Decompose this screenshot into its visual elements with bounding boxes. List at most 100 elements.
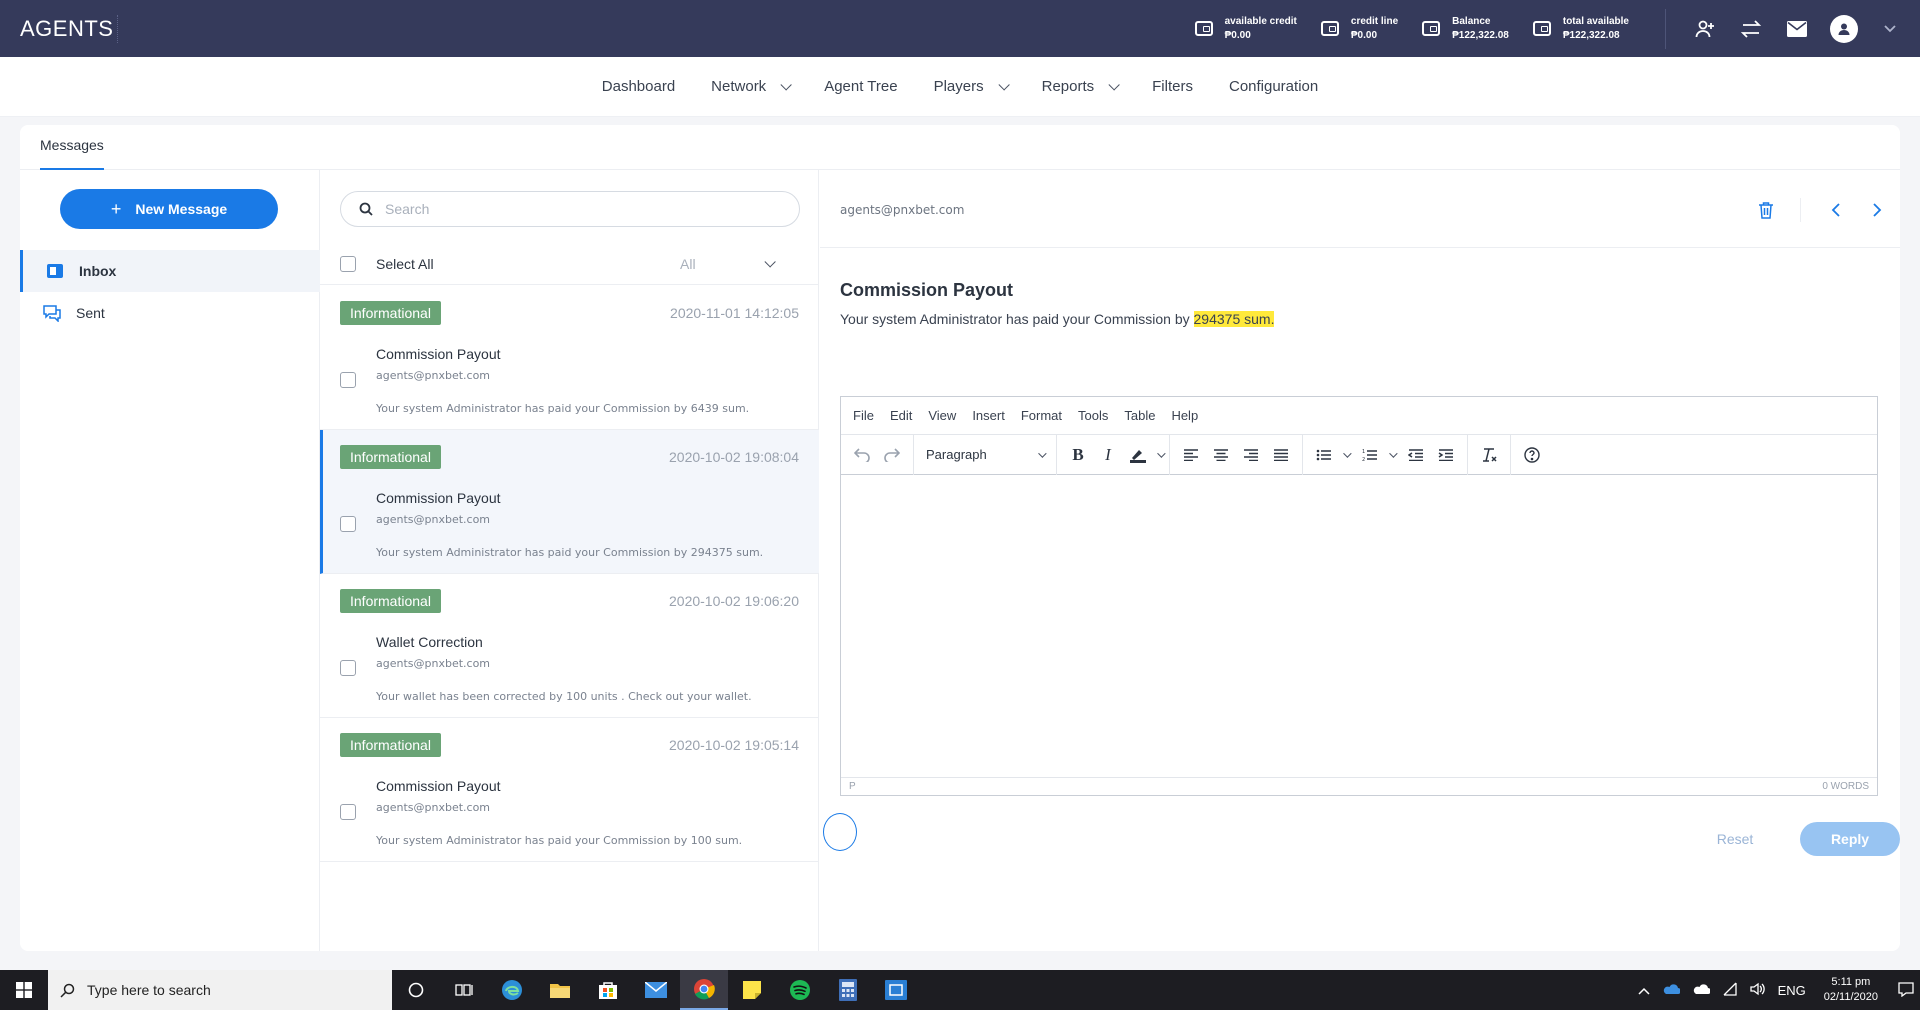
category-badge: Informational [340,301,441,325]
avatar-icon[interactable] [1830,14,1858,43]
stat-value: ₱122,322.08 [1562,29,1620,41]
select-all-checkbox[interactable] [340,255,356,272]
volume-icon[interactable] [1749,982,1766,999]
nav-dashboard[interactable]: Dashboard [584,78,693,95]
folder-sent[interactable]: Sent [20,292,320,334]
chrome-icon[interactable] [680,970,728,1010]
filter-dropdown[interactable]: All [680,243,800,285]
language-indicator[interactable]: ENG [1778,983,1806,998]
nav-agent-tree[interactable]: Agent Tree [806,78,915,95]
message-checkbox[interactable] [340,516,356,532]
search-box [340,191,800,227]
menu-file[interactable]: File [853,408,874,423]
wifi-icon[interactable] [1722,982,1738,999]
trash-icon[interactable] [1752,196,1780,224]
block-format-value: Paragraph [926,447,987,462]
spotify-icon[interactable] [776,970,824,1010]
stat-balance: Balance ₱122,322.08 [1422,15,1509,43]
highlight-color-icon[interactable] [1123,440,1153,470]
align-right-icon[interactable] [1236,440,1266,470]
reset-button[interactable]: Reset [1700,822,1770,856]
menu-help[interactable]: Help [1171,408,1198,423]
detail-sender: agents@pnxbet.com [840,203,965,217]
message-item[interactable]: Informational 2020-11-01 14:12:05 Commis… [320,286,819,430]
nav-filters[interactable]: Filters [1134,78,1211,95]
cloud-icon[interactable] [1692,983,1711,998]
message-date: 2020-10-02 19:06:20 [669,593,799,609]
align-center-icon[interactable] [1206,440,1236,470]
windows-start-icon[interactable] [0,970,48,1010]
message-checkbox[interactable] [340,660,356,676]
folder-inbox[interactable]: Inbox [20,250,320,292]
chevron-right-icon[interactable] [1863,196,1891,224]
edge-browser-icon[interactable] [488,970,536,1010]
file-explorer-icon[interactable] [536,970,584,1010]
indent-icon[interactable] [1431,440,1461,470]
message-item[interactable]: Informational 2020-10-02 19:08:04 Commis… [320,430,819,574]
search-input[interactable] [385,201,765,217]
brand-logo[interactable]: AGENTS [20,14,118,43]
mail-icon[interactable] [1782,14,1812,44]
menu-tools[interactable]: Tools [1078,408,1108,423]
italic-icon[interactable]: I [1093,440,1123,470]
block-format-select[interactable]: Paragraph [920,440,1050,470]
chevron-down-icon[interactable] [1343,448,1352,458]
chevron-down-icon[interactable] [1389,448,1398,458]
calculator-icon[interactable] [824,970,872,1010]
transfer-icon[interactable] [1736,14,1766,44]
chevron-left-icon[interactable] [1822,196,1850,224]
message-item[interactable]: Informational 2020-10-02 19:06:20 Wallet… [320,574,819,718]
message-checkbox[interactable] [340,804,356,820]
mail-app-icon[interactable] [632,970,680,1010]
clock[interactable]: 5:11 pm 02/11/2020 [1824,975,1878,1005]
outdent-icon[interactable] [1401,440,1431,470]
message-checkbox[interactable] [340,372,356,388]
tab-messages[interactable]: Messages [40,125,104,170]
notifications-icon[interactable] [1898,981,1914,1000]
detail-header: agents@pnxbet.com [820,170,1900,248]
numbered-list-icon[interactable]: 12 [1355,440,1385,470]
nav-players[interactable]: Players [916,78,1024,95]
app-shortcut-icon[interactable] [872,970,920,1010]
account-stats: available credit ₱0.00 credit line ₱0.00 B… [1194,0,1920,57]
menu-table[interactable]: Table [1124,408,1155,423]
align-left-icon[interactable] [1176,440,1206,470]
nav-network[interactable]: Network [693,78,806,95]
menu-insert[interactable]: Insert [972,408,1005,423]
task-view-icon[interactable] [440,970,488,1010]
nav-label: Configuration [1228,78,1319,95]
nav-reports[interactable]: Reports [1024,78,1135,95]
chevron-down-icon [780,78,792,91]
stat-value: ₱0.00 [1350,29,1378,41]
taskbar-search[interactable]: Type here to search [48,970,392,1010]
message-preview: Your system Administrator has paid your … [376,402,750,415]
clear-formatting-icon[interactable] [1474,440,1504,470]
menu-view[interactable]: View [928,408,956,423]
new-message-button[interactable]: + New Message [60,189,278,229]
cortana-icon[interactable] [392,970,440,1010]
chat-icon [42,303,62,323]
chevron-down-icon[interactable] [1884,21,1896,37]
wallet-icon [1320,21,1339,36]
store-icon[interactable] [584,970,632,1010]
redo-icon[interactable] [877,440,907,470]
sticky-notes-icon[interactable] [728,970,776,1010]
onedrive-icon[interactable] [1662,983,1681,998]
bold-icon[interactable]: B [1063,440,1093,470]
message-preview: Your system Administrator has paid your … [376,546,764,559]
align-justify-icon[interactable] [1266,440,1296,470]
nav-configuration[interactable]: Configuration [1211,78,1336,95]
help-icon[interactable] [1517,440,1547,470]
menu-format[interactable]: Format [1021,408,1062,423]
message-item[interactable]: Informational 2020-10-02 19:05:14 Commis… [320,718,819,862]
chevron-down-icon[interactable] [1157,448,1166,458]
bullet-list-icon[interactable] [1309,440,1339,470]
undo-icon[interactable] [847,440,877,470]
add-user-icon[interactable] [1690,14,1720,44]
message-preview: Your system Administrator has paid your … [376,834,743,847]
clock-time: 5:11 pm [1831,976,1871,988]
reply-button[interactable]: Reply [1800,822,1900,856]
chevron-up-icon[interactable] [1638,983,1650,998]
menu-edit[interactable]: Edit [890,408,912,423]
editor-content-area[interactable] [841,477,1877,777]
